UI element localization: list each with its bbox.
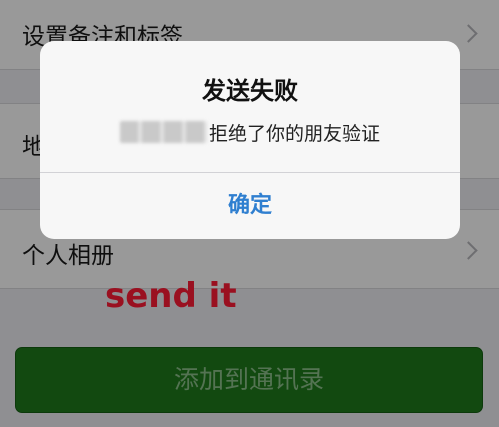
- alert-message-text: 拒绝了你的朋友验证: [208, 122, 380, 145]
- blurred-username: [119, 121, 207, 143]
- annotation-text: send it: [105, 276, 237, 316]
- confirm-button[interactable]: 确定: [40, 173, 460, 239]
- screen: 设置备注和标签 地 个人相册 添加到通讯录 send it 发送失败 拒绝了你的…: [0, 0, 499, 427]
- alert-title: 发送失败: [202, 77, 298, 105]
- alert-message: 拒绝了你的朋友验证: [40, 119, 460, 145]
- alert-dialog: 发送失败 拒绝了你的朋友验证 确定: [40, 41, 460, 239]
